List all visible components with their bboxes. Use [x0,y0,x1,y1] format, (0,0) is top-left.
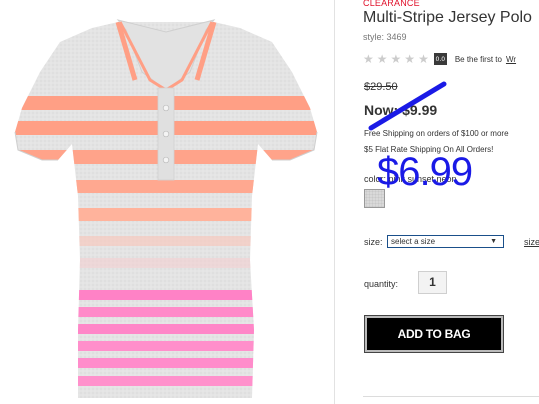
rating-row: ★ ★ ★ ★ ★ 0.0 Be the first to Wr [363,52,516,66]
size-label: size: [364,237,383,247]
product-image [0,0,334,404]
product-title: Multi-Stripe Jersey Polo [363,9,532,26]
size-select-value: select a size [391,237,436,246]
shipping-note-free: Free Shipping on orders of $100 or more [364,129,509,138]
rating-score-badge: 0.0 [433,53,447,65]
star-icon[interactable]: ★ [363,53,374,65]
quantity-label: quantity: [364,279,399,289]
annotated-new-price: $6.99 [377,150,473,194]
star-icon[interactable]: ★ [418,53,429,65]
style-value: 3469 [386,32,407,42]
section-divider [363,396,539,397]
column-divider [334,0,335,404]
write-review-link[interactable]: Wr [506,55,516,64]
clearance-badge: CLEARANCE [363,0,420,8]
size-chart-link[interactable]: size [524,237,539,247]
star-icon[interactable]: ★ [377,53,388,65]
star-icon[interactable]: ★ [391,53,402,65]
star-icon[interactable]: ★ [404,53,415,65]
first-review-text: Be the first to [454,54,502,64]
add-to-bag-button[interactable]: ADD TO BAG [364,315,504,353]
was-price: $29.50 [364,81,398,93]
size-select[interactable]: select a size ▼ [387,235,504,248]
chevron-down-icon: ▼ [490,238,497,245]
quantity-field[interactable]: 1 [418,271,447,294]
style-label: style: [363,32,385,42]
style-number: style: 3469 [363,32,407,42]
polo-shirt-image [14,19,318,398]
now-price: Now: $9.99 [364,102,438,118]
